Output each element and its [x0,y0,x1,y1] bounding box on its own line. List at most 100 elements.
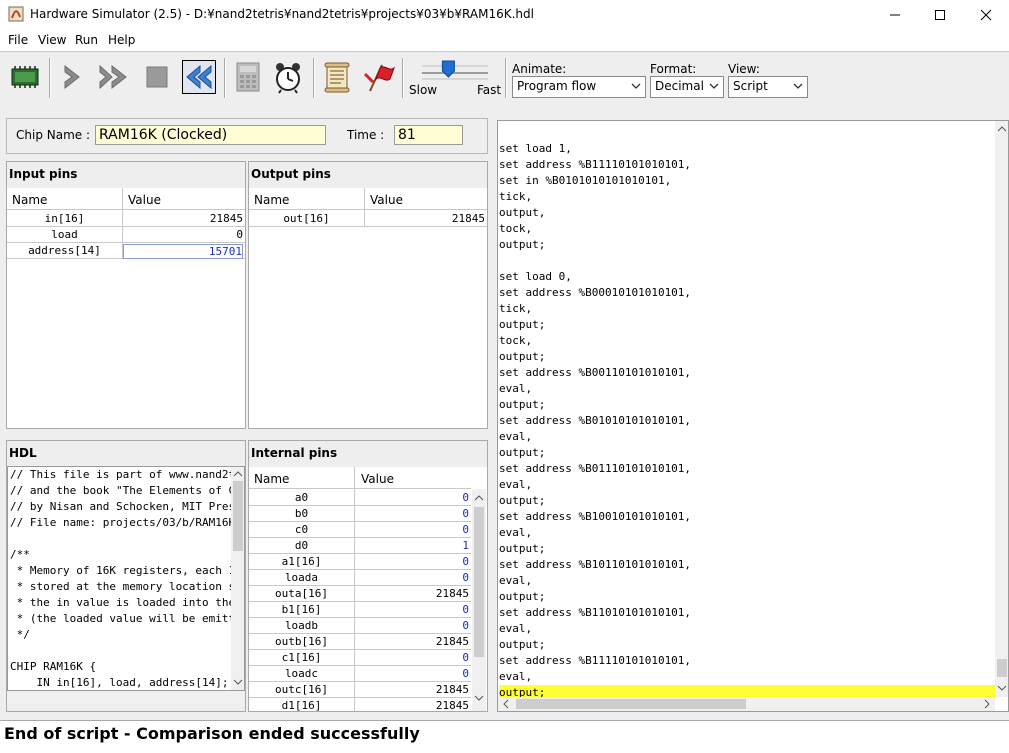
single-step-button[interactable] [57,60,89,94]
breakpoints-button[interactable] [361,60,396,94]
scroll-thumb[interactable] [997,659,1007,677]
load-chip-button[interactable] [9,60,41,94]
format-select[interactable]: Decimal [650,76,724,98]
scroll-down-icon[interactable] [474,693,484,703]
table-row[interactable]: b1[16] 0 [249,602,471,618]
script-line: output; [499,238,546,251]
script-line: set address %B11110101010101, [499,654,692,667]
script-line: set load 0, [499,270,572,283]
scroll-up-icon[interactable] [233,469,243,479]
hdl-source-view[interactable]: // This file is part of www.nand2tetr //… [7,466,245,691]
table-row[interactable]: b0 0 [249,506,471,522]
script-line: output; [499,638,546,651]
script-button[interactable] [321,60,353,94]
script-horizontal-scrollbar[interactable] [498,697,995,711]
eval-button[interactable] [232,60,264,94]
input-pins-table: Name Value in[16] 21845 load 0 address[1… [7,188,245,428]
table-row[interactable]: d0 1 [249,538,471,554]
pin-value: 0 [236,228,243,241]
pin-name: b1[16] [281,603,322,616]
hdl-line: // and the book "The Elements of Comp [10,484,245,497]
script-line: tock, [499,334,533,347]
alarm-clock-icon [276,63,300,94]
view-select-value: Script [733,79,768,93]
time-field: 81 [394,125,463,145]
table-row[interactable]: c1[16] 0 [249,650,471,666]
table-row[interactable]: outa[16] 21845 [249,586,471,602]
animate-label: Animate: [512,62,567,76]
hdl-vertical-scrollbar[interactable] [231,467,244,690]
menu-help[interactable]: Help [108,33,135,47]
table-row[interactable]: d1[16] 21845 [249,698,471,711]
pin-value: 21845 [435,587,469,600]
col-value: Value [128,193,161,207]
scroll-up-icon[interactable] [997,124,1007,134]
maximize-button[interactable] [917,0,963,30]
script-view[interactable]: set load 1, set address %B11110101010101,… [497,120,1009,712]
table-header: Name Value [249,188,487,210]
menu-file[interactable]: File [8,33,28,47]
calculator-icon [236,62,260,92]
step-arrow-icon [64,64,80,90]
pin-name: d1[16] [281,699,322,711]
table-row[interactable]: loada 0 [249,570,471,586]
table-row[interactable]: address[14] 15701 [7,243,245,259]
run-button[interactable] [97,60,129,94]
script-line: output; [499,350,546,363]
close-button[interactable] [963,0,1009,30]
pin-name: loada [284,571,319,584]
flag-icon [363,64,396,92]
scroll-thumb[interactable] [233,481,243,551]
table-row[interactable]: outb[16] 21845 [249,634,471,650]
table-row[interactable]: c0 0 [249,522,471,538]
menu-view[interactable]: View [38,33,66,47]
internal-pins-scrollbar[interactable] [472,489,486,711]
scroll-right-icon[interactable] [982,699,992,709]
scroll-left-icon[interactable] [501,699,511,709]
script-line: set address %B11010101010101, [499,606,692,619]
hdl-horizontal-scrollbar[interactable] [7,692,245,706]
minimize-button[interactable] [872,0,918,30]
table-row[interactable]: a1[16] 0 [249,554,471,570]
scroll-thumb[interactable] [474,507,484,657]
hdl-line: IN in[16], load, address[14]; [10,676,229,689]
table-row[interactable]: in[16] 21845 [7,211,245,227]
script-line: eval, [499,574,533,587]
script-line: eval, [499,430,533,443]
pin-value: 21845 [435,699,469,711]
scroll-up-icon[interactable] [474,493,484,503]
output-pins-table: Name Value out[16] 21845 [249,188,487,428]
view-select[interactable]: Script [728,76,808,98]
script-line: eval, [499,670,533,683]
menu-run[interactable]: Run [75,33,98,47]
script-line: output; [499,494,546,507]
col-value: Value [370,193,403,207]
speed-slider-thumb[interactable] [441,60,455,78]
pin-value[interactable]: 15701 [123,244,243,259]
pin-name: d0 [294,539,309,552]
table-row[interactable]: loadb 0 [249,618,471,634]
table-row[interactable]: outc[16] 21845 [249,682,471,698]
hdl-line: /** [10,548,30,561]
scroll-down-icon[interactable] [997,683,1007,693]
pin-name: out[16] [283,212,330,225]
clock-button[interactable] [272,60,304,94]
table-row[interactable]: load 0 [7,227,245,243]
menu-bar [0,30,1009,51]
animate-select[interactable]: Program flow [512,76,646,98]
scroll-thumb[interactable] [516,699,746,709]
script-line: set address %B10010101010101, [499,510,692,523]
table-row[interactable]: a0 0 [249,490,471,506]
pin-value: 21845 [435,683,469,696]
script-line: tock, [499,222,533,235]
hdl-line: // File name: projects/03/b/RAM16K.hd [10,516,245,529]
stop-button[interactable] [141,60,173,94]
table-row[interactable]: loadc 0 [249,666,471,682]
speed-fast-label: Fast [477,83,502,97]
hdl-line: * (the loaded value will be emitted [10,612,245,625]
pin-name: address[14] [28,244,101,257]
script-vertical-scrollbar[interactable] [995,121,1008,697]
reset-button[interactable] [182,60,216,94]
scroll-down-icon[interactable] [233,677,243,687]
table-row[interactable]: out[16] 21845 [249,211,487,227]
